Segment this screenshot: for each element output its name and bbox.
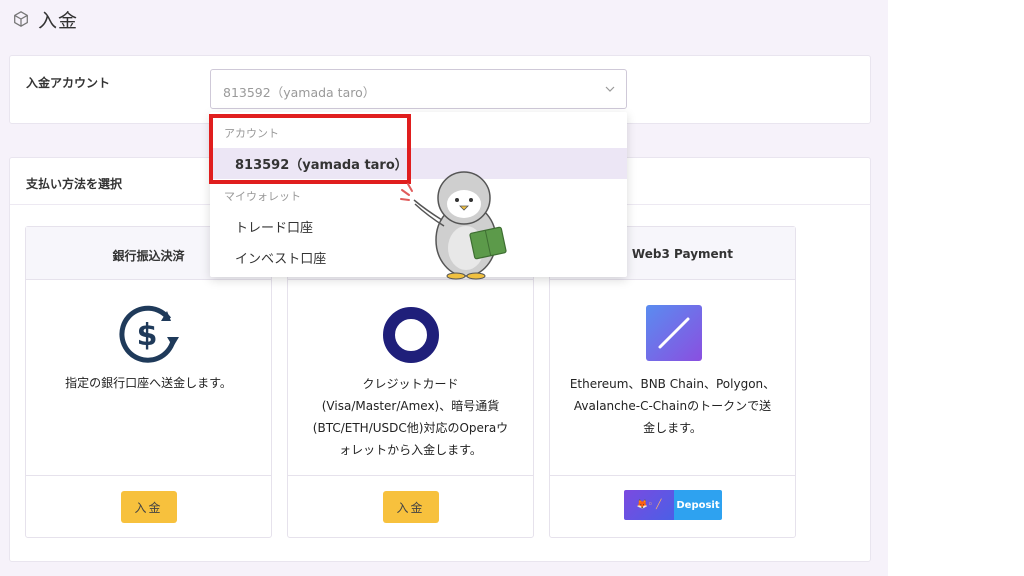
dropdown-group-label: マイウォレット xyxy=(224,190,301,203)
payment-section-title: 支払い方法を選択 xyxy=(26,177,123,191)
wallet-logos-icon: 🦊◦ ╱ xyxy=(624,490,674,520)
account-select[interactable]: 813592（yamada taro） xyxy=(210,69,627,109)
deposit-button-opera[interactable]: 入金 xyxy=(382,491,439,523)
method-description: 指定の銀行口座へ送金します。 xyxy=(65,376,232,390)
deposit-button-web3[interactable]: 🦊◦ ╱ Deposit xyxy=(624,490,722,520)
method-description: Ethereum、BNB Chain、Polygon、 Avalanche-C-… xyxy=(569,377,776,435)
highlight-box xyxy=(209,114,411,184)
account-select-value: 813592（yamada taro） xyxy=(223,85,376,100)
account-label: 入金アカウント xyxy=(26,76,111,90)
chevron-down-icon xyxy=(605,86,615,92)
svg-text:$: $ xyxy=(137,318,158,353)
deposit-label: Deposit xyxy=(674,490,722,520)
deposit-button-bank[interactable]: 入金 xyxy=(120,491,177,523)
cube-icon xyxy=(14,11,28,27)
slash-web3-icon xyxy=(646,305,702,361)
opera-ring-icon xyxy=(383,307,439,363)
page-header: 入金 xyxy=(12,6,78,32)
method-footer: 🦊◦ ╱ Deposit xyxy=(550,475,795,537)
page-title: 入金 xyxy=(38,9,79,32)
method-footer: 入金 xyxy=(26,475,271,537)
penguin-mascot-illustration xyxy=(400,171,507,280)
dollar-refresh-icon: $ xyxy=(119,305,179,363)
method-footer: 入金 xyxy=(288,475,533,537)
method-description: クレジットカード (Visa/Master/Amex)、暗号通貨 (BTC/ET… xyxy=(312,377,509,457)
